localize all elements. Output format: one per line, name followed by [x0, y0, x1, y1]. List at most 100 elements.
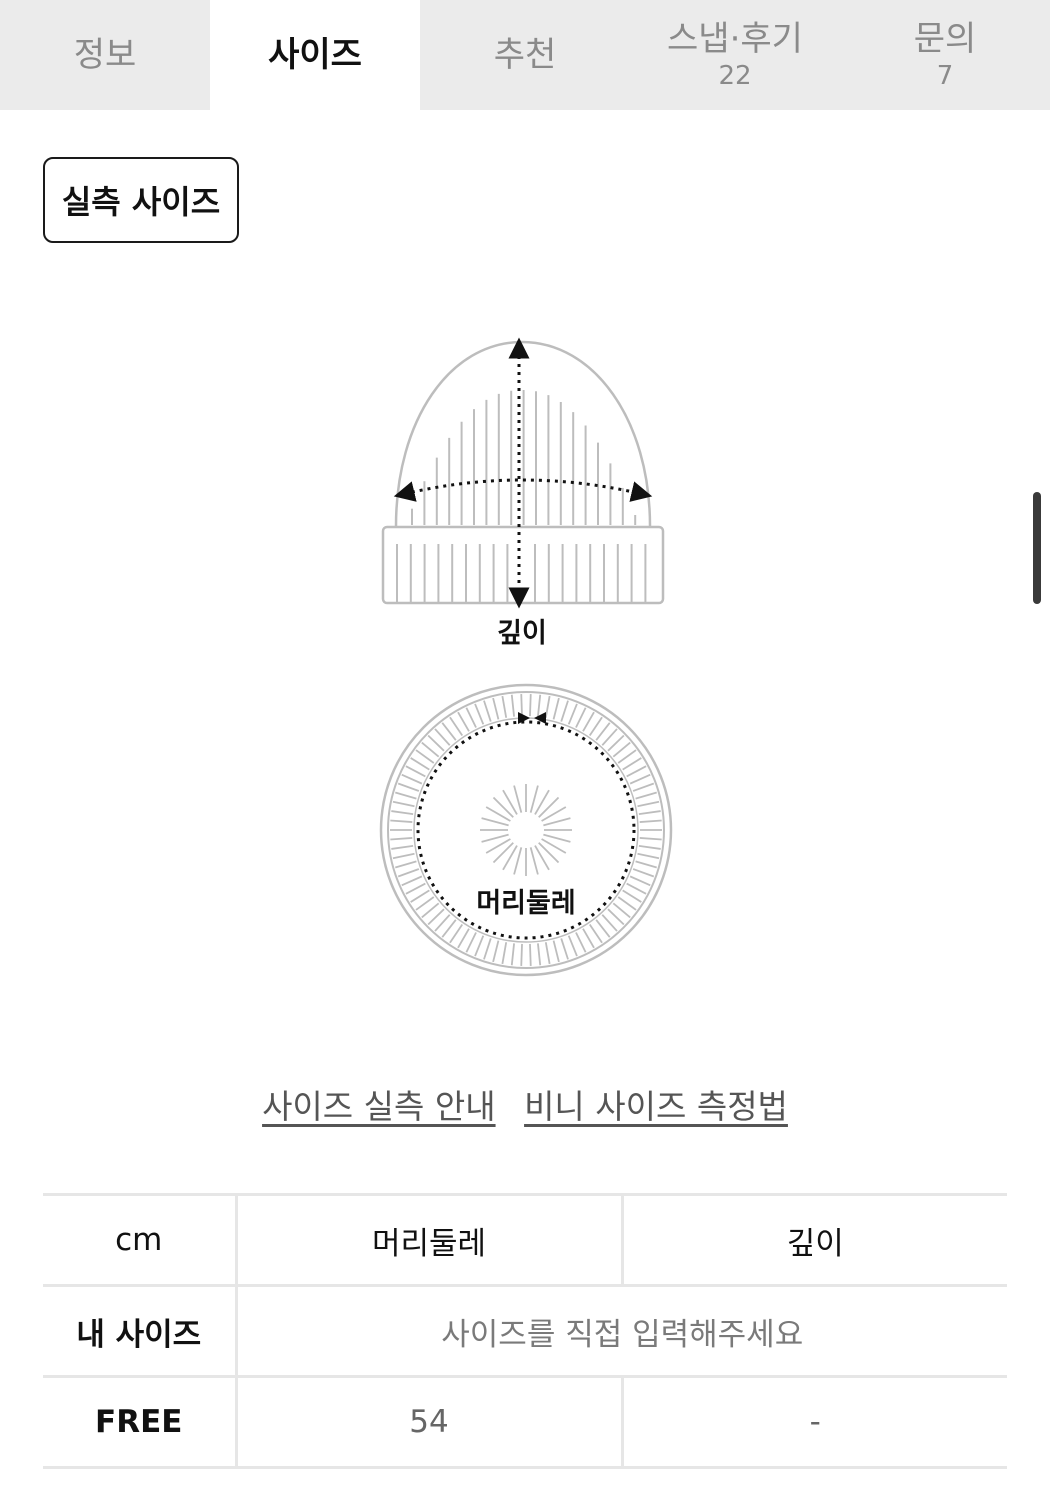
depth-value: -: [622, 1375, 1007, 1469]
rib-line: [595, 919, 611, 938]
rib-line: [510, 943, 515, 966]
size-name: FREE: [43, 1375, 238, 1469]
rib-line: [483, 700, 492, 722]
tab-bar: 정보 사이즈 추천 스냅·후기 22 문의 7: [0, 0, 1050, 110]
my-size-input[interactable]: 사이즈를 직접 입력해주세요: [236, 1284, 1007, 1378]
beanie-side-icon: [381, 337, 665, 609]
rib-line: [410, 757, 430, 771]
rib-line: [513, 847, 523, 875]
rib-line: [465, 707, 477, 728]
rib-line: [457, 928, 470, 949]
rib-line: [601, 914, 618, 932]
rib-line: [639, 819, 662, 823]
rib-line: [405, 765, 426, 778]
rib-line: [632, 782, 655, 792]
tab-recommend-label: 추천: [493, 35, 557, 75]
rib-line: [632, 868, 655, 878]
rib-line: [492, 842, 514, 864]
rib-line: [391, 810, 414, 816]
rib-line: [612, 741, 631, 758]
rib-line: [485, 806, 511, 822]
rib-line: [395, 860, 417, 869]
rib-line: [582, 711, 595, 732]
rib-line: [552, 697, 560, 720]
rib-line: [483, 938, 492, 960]
rib-line: [629, 875, 651, 887]
size-table: cm 머리둘레 깊이 내 사이즈 사이즈를 직접 입력해주세요 FREE 54 …: [43, 1193, 1007, 1469]
rib-line: [441, 722, 457, 741]
rib-line: [538, 796, 560, 818]
rib-line: [543, 833, 571, 843]
rib-line: [501, 942, 508, 965]
rib-line: [401, 875, 423, 887]
rib-line: [639, 837, 662, 841]
rib-line: [538, 842, 560, 864]
rib-line: [612, 902, 631, 919]
rib-line: [520, 943, 523, 966]
rib-line: [474, 935, 485, 957]
rib-line: [560, 938, 569, 960]
rib-line: [575, 932, 587, 953]
rib-line: [567, 703, 578, 725]
rib-line: [601, 728, 618, 746]
rib-line: [617, 896, 637, 911]
rib-line: [626, 882, 647, 895]
rib-line: [392, 800, 415, 808]
rib-line: [501, 695, 508, 718]
rib-line: [415, 896, 435, 911]
tab-inquiry-count: 7: [936, 61, 954, 91]
rib-line: [449, 716, 463, 736]
rib-line: [529, 943, 532, 966]
rib-line: [637, 800, 660, 808]
rib-line: [390, 837, 413, 841]
rib-line: [529, 694, 532, 717]
rib-line: [397, 782, 420, 792]
rib-line: [567, 935, 578, 957]
tab-info[interactable]: 정보: [0, 0, 210, 110]
rib-line: [474, 703, 485, 725]
rib-line: [534, 845, 550, 871]
rib-line: [552, 940, 560, 963]
head-circumference-label: 머리둘레: [476, 888, 575, 919]
rib-line: [626, 765, 647, 778]
rib-line: [544, 942, 551, 965]
tab-inquiry[interactable]: 문의 7: [840, 0, 1050, 110]
tab-size-label: 사이즈: [268, 35, 362, 75]
rib-line: [391, 844, 414, 850]
rib-line: [415, 749, 435, 764]
tab-recommend[interactable]: 추천: [420, 0, 630, 110]
rib-line: [405, 882, 426, 895]
table-row: FREE 54 -: [43, 1375, 1007, 1469]
rib-line: [638, 844, 661, 850]
tab-reviews[interactable]: 스냅·후기 22: [630, 0, 840, 110]
size-guide-links: 사이즈 실측 안내 비니 사이즈 측정법: [0, 1080, 1050, 1128]
beanie-measurement-illustration: 깊이 머리둘레: [379, 337, 673, 977]
rib-line: [392, 852, 415, 860]
rib-line: [575, 707, 587, 728]
rib-line: [485, 838, 511, 854]
size-guide-link[interactable]: 사이즈 실측 안내: [262, 1087, 496, 1126]
rib-line: [637, 852, 660, 860]
rib-line: [465, 932, 477, 953]
rib-line: [635, 860, 657, 869]
rib-line: [397, 868, 420, 878]
rib-line: [401, 773, 423, 785]
beanie-measure-link[interactable]: 비니 사이즈 측정법: [524, 1087, 788, 1126]
header-depth: 깊이: [622, 1193, 1007, 1287]
rib-line: [622, 757, 642, 771]
actual-size-button[interactable]: 실측 사이즈: [43, 157, 239, 243]
rib-line: [492, 697, 500, 720]
tab-size[interactable]: 사이즈: [210, 0, 420, 110]
rib-line: [543, 817, 571, 827]
rib-line: [529, 847, 539, 875]
rib-line: [589, 716, 603, 736]
rib-line: [481, 817, 509, 827]
rib-line: [537, 694, 542, 717]
rib-line: [622, 889, 642, 903]
rib-line: [595, 722, 611, 741]
rib-line: [638, 810, 661, 816]
tab-info-label: 정보: [73, 35, 137, 75]
my-size-label: 내 사이즈: [43, 1284, 238, 1378]
rib-line: [481, 833, 509, 843]
rib-line: [395, 791, 417, 800]
